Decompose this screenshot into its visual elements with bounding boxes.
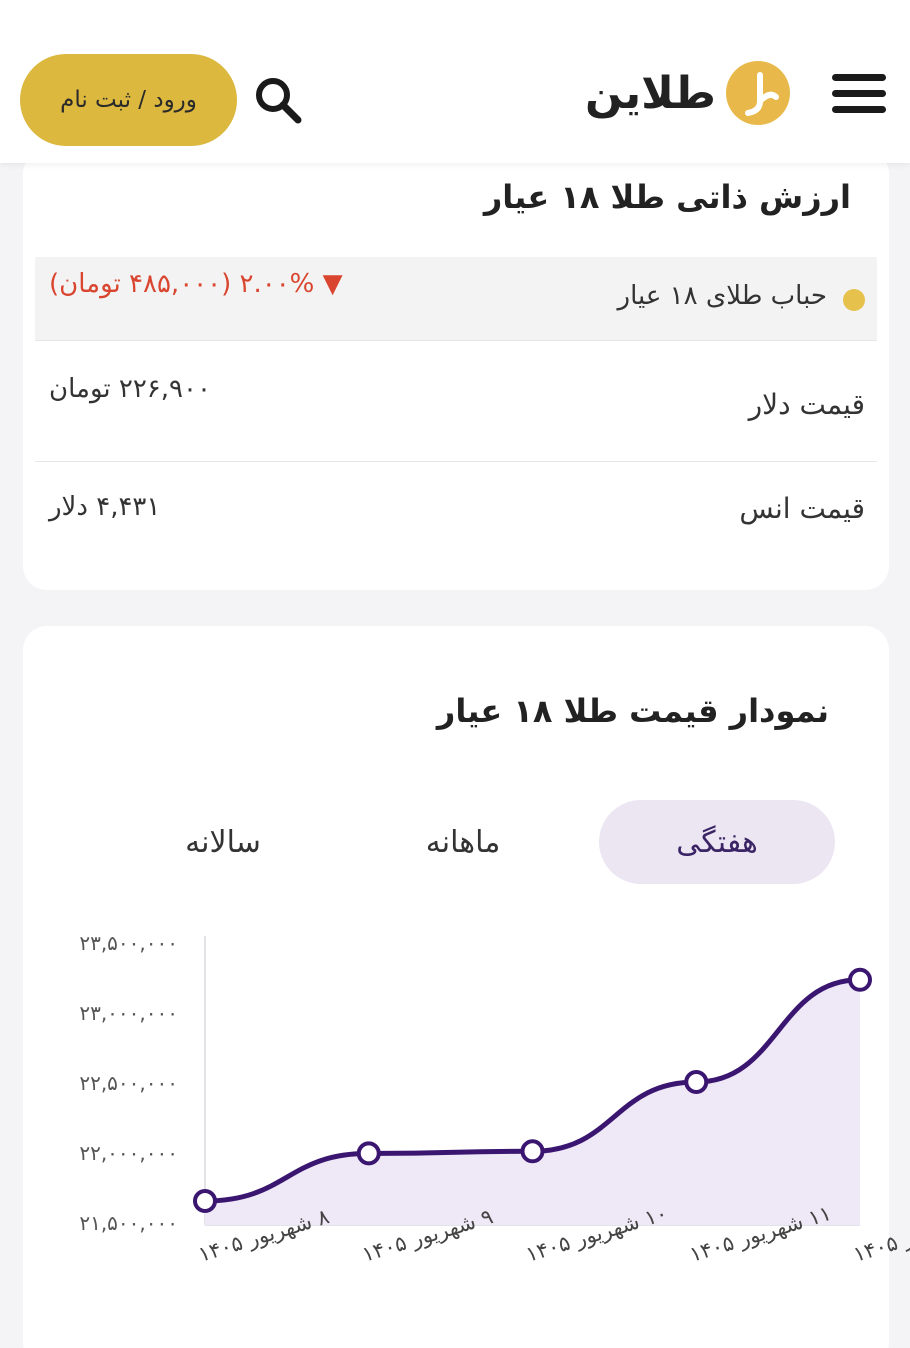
hamburger-menu-icon[interactable] [832, 74, 886, 118]
data-point [356, 1141, 381, 1166]
top-header: طلاین ورود / ثبت نام [0, 0, 910, 163]
chart-title: نمودار قیمت طلا ۱۸ عیار [436, 692, 829, 730]
logo-mark-icon [725, 61, 790, 125]
y-tick-label: ۲۳,۵۰۰,۰۰۰ [79, 931, 178, 955]
dollar-price-label: قیمت دلار [748, 388, 865, 421]
tab-weekly[interactable]: هفتگی [599, 800, 835, 884]
ounce-price-label: قیمت انس [739, 492, 865, 525]
data-point [684, 1070, 709, 1094]
dollar-price-value: ۲۲۶,۹۰۰ تومان [49, 374, 211, 404]
search-icon[interactable] [252, 74, 304, 126]
dollar-price-row: قیمت دلار ۲۲۶,۹۰۰ تومان [35, 342, 877, 462]
ounce-price-row: قیمت انس ۴,۴۳۱ دلار [35, 470, 877, 590]
bubble-value: ▼ ۲.۰۰% (۴۸۵,۰۰۰ تومان) [49, 269, 343, 299]
series-area-fill [205, 979, 860, 1225]
bubble-label: حباب طلای ۱۸ عیار [617, 281, 827, 311]
data-point [520, 1139, 545, 1164]
bubble-row: حباب طلای ۱۸ عیار ▼ ۲.۰۰% (۴۸۵,۰۰۰ تومان… [35, 257, 877, 341]
tab-yearly[interactable]: سالانه [123, 800, 323, 884]
y-tick-label: ۲۲,۵۰۰,۰۰۰ [79, 1071, 178, 1095]
price-line-chart: ۲۱,۵۰۰,۰۰۰ ۲۲,۰۰۰,۰۰۰ ۲۲,۵۰۰,۰۰۰ ۲۳,۰۰۰,۰۰۰… [79, 931, 910, 1267]
site-logo[interactable]: طلاین [585, 60, 810, 126]
logo-text: طلاین [585, 67, 716, 119]
tab-monthly[interactable]: ماهانه [363, 800, 563, 884]
intrinsic-value-card: ارزش ذاتی طلا ۱۸ عیار حباب طلای ۱۸ عیار … [23, 150, 889, 590]
login-register-button[interactable]: ورود / ثبت نام [20, 54, 237, 146]
bubble-dot-icon [843, 289, 865, 311]
y-tick-label: ۲۳,۰۰۰,۰۰۰ [79, 1001, 178, 1025]
data-point [848, 967, 872, 992]
intrinsic-value-title: ارزش ذاتی طلا ۱۸ عیار [483, 178, 851, 216]
ounce-price-value: ۴,۴۳۱ دلار [49, 492, 161, 522]
data-point [193, 1189, 217, 1213]
y-tick-label: ۲۲,۰۰۰,۰۰۰ [79, 1141, 178, 1165]
y-tick-label: ۲۱,۵۰۰,۰۰۰ [79, 1211, 178, 1235]
